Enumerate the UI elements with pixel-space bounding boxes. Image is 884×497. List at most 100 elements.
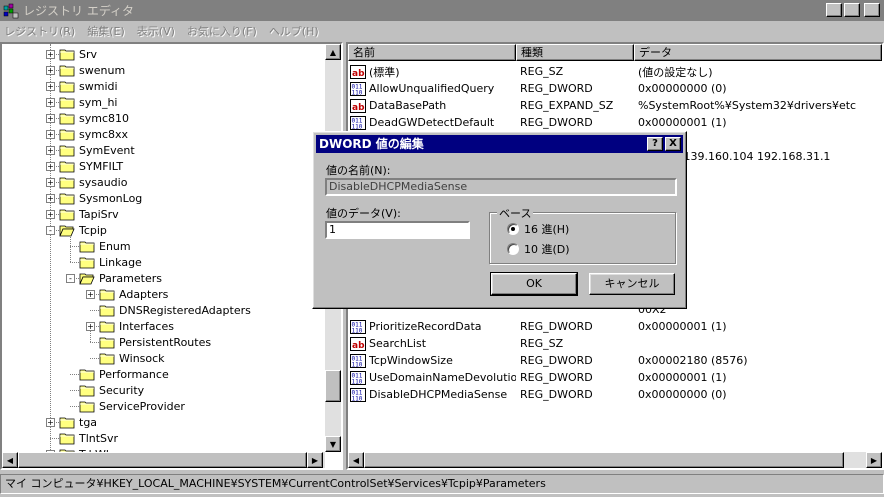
- dialog-title-bar[interactable]: DWORD 値の編集 ? X: [316, 135, 683, 153]
- list-item[interactable]: 011 110 AllowUnqualifiedQuery REG_DWORD 0x00…: [348, 80, 882, 97]
- tree-item[interactable]: Tcpip: [59, 222, 107, 238]
- tree-item[interactable]: TapiSrv: [59, 206, 119, 222]
- tree-item[interactable]: TlntSvr: [59, 430, 118, 446]
- scroll-right-arrow-icon[interactable]: ▶: [866, 452, 882, 468]
- expand-plus-icon[interactable]: +: [46, 418, 55, 427]
- list-item[interactable]: 011 110 TcpWindowSize REG_DWORD 0x00002180 (…: [348, 352, 882, 369]
- title-bar[interactable]: レジストリ エディタ _ □ X: [0, 0, 884, 21]
- close-button[interactable]: X: [864, 3, 880, 17]
- tree-item[interactable]: SymEvent: [59, 142, 135, 158]
- key-tree-pane[interactable]: Srv + swenum + swmidi + sym_hi + symc810 + symc8xx…: [0, 42, 343, 470]
- expand-plus-icon[interactable]: +: [46, 146, 55, 155]
- tree-item[interactable]: sysaudio: [59, 174, 127, 190]
- expand-plus-icon[interactable]: +: [46, 50, 55, 59]
- expand-plus-icon[interactable]: +: [46, 130, 55, 139]
- expand-plus-icon[interactable]: +: [46, 194, 55, 203]
- tree-item[interactable]: SysmonLog: [59, 190, 142, 206]
- list-item[interactable]: ab DataBasePath REG_EXPAND_SZ %SystemRoot%¥…: [348, 97, 882, 114]
- collapse-minus-icon[interactable]: -: [66, 274, 75, 283]
- column-header-type[interactable]: 種類: [516, 44, 634, 61]
- list-item[interactable]: ab SearchList REG_SZ: [348, 335, 882, 352]
- expand-plus-icon[interactable]: +: [46, 66, 55, 75]
- open-folder-icon: [79, 273, 95, 284]
- expand-plus-icon[interactable]: +: [46, 162, 55, 171]
- tree-item[interactable]: swmidi: [59, 78, 118, 94]
- list-item[interactable]: 011 110 DeadGWDetectDefault REG_DWORD 0x0000…: [348, 114, 882, 131]
- scroll-left-arrow-icon[interactable]: ◀: [2, 452, 18, 468]
- tree-item[interactable]: Enum: [79, 238, 131, 254]
- cancel-button[interactable]: キャンセル: [589, 273, 675, 295]
- collapse-minus-icon[interactable]: -: [46, 226, 55, 235]
- scroll-up-arrow-icon[interactable]: ▲: [325, 44, 341, 60]
- expand-plus-icon[interactable]: +: [46, 98, 55, 107]
- menu-edit[interactable]: 編集(E): [87, 23, 125, 39]
- radio-hex[interactable]: 16 進(H): [507, 221, 569, 237]
- radio-dec[interactable]: 10 進(D): [507, 241, 570, 257]
- menu-favorites[interactable]: お気に入り(F): [187, 23, 257, 39]
- tree-hscroll-thumb[interactable]: [18, 452, 307, 468]
- menu-bar: レジストリ(R) 編集(E) 表示(V) お気に入り(F) ヘルプ(H): [0, 21, 884, 41]
- menu-view[interactable]: 表示(V): [137, 23, 175, 39]
- tree-item[interactable]: Parameters: [79, 270, 162, 286]
- tree-item[interactable]: sym_hi: [59, 94, 117, 110]
- maximize-button[interactable]: □: [844, 3, 860, 17]
- list-hscroll-thumb[interactable]: [364, 452, 844, 468]
- folder-icon: [59, 161, 75, 172]
- tree-item[interactable]: swenum: [59, 62, 125, 78]
- menu-help[interactable]: ヘルプ(H): [269, 23, 319, 39]
- dialog-title: DWORD 値の編集: [319, 137, 424, 151]
- tree-item[interactable]: Adapters: [99, 286, 168, 302]
- value-data: 0x00000001 (1): [638, 116, 727, 129]
- value-data-input[interactable]: 1: [325, 221, 470, 239]
- scroll-left-arrow-icon[interactable]: ◀: [348, 452, 364, 468]
- tree-item[interactable]: Srv: [59, 46, 97, 62]
- tree-item-label: Security: [99, 383, 145, 397]
- dialog-close-button[interactable]: X: [665, 137, 681, 151]
- menu-registry[interactable]: レジストリ(R): [4, 23, 75, 39]
- string-value-icon: ab: [350, 98, 366, 113]
- tree-item[interactable]: tga: [59, 414, 97, 430]
- folder-icon: [79, 369, 95, 380]
- binary-value-icon: 011110: [350, 115, 366, 130]
- tree-item[interactable]: symc810: [59, 110, 129, 126]
- tree-item-label: ServiceProvider: [99, 399, 185, 413]
- scroll-down-arrow-icon[interactable]: ▼: [325, 436, 341, 452]
- tree-horizontal-scrollbar[interactable]: ◀ ▶: [2, 452, 325, 468]
- radio-button-icon[interactable]: [507, 243, 519, 255]
- expand-plus-icon[interactable]: +: [86, 290, 95, 299]
- tree-item[interactable]: Winsock: [99, 350, 165, 366]
- value-data: %SystemRoot%¥System32¥drivers¥etc: [638, 99, 857, 112]
- help-button[interactable]: ?: [647, 137, 663, 151]
- list-item[interactable]: 011 110 UseDomainNameDevolution REG_DWORD 0x…: [348, 369, 882, 386]
- list-item[interactable]: 011 110 DisableDHCPMediaSense REG_DWORD 0x00…: [348, 386, 882, 403]
- list-item[interactable]: ab (標準) REG_SZ (値の設定なし): [348, 63, 882, 80]
- expand-plus-icon[interactable]: +: [46, 210, 55, 219]
- tree-item[interactable]: Interfaces: [99, 318, 174, 334]
- tree-vscroll-thumb[interactable]: [325, 370, 341, 402]
- folder-icon: [99, 305, 115, 316]
- tree-item[interactable]: PersistentRoutes: [99, 334, 211, 350]
- column-header-data[interactable]: データ: [634, 44, 882, 61]
- value-type: REG_DWORD: [520, 371, 593, 384]
- expand-plus-icon[interactable]: +: [86, 322, 95, 331]
- expand-plus-icon[interactable]: +: [46, 178, 55, 187]
- list-horizontal-scrollbar[interactable]: ◀ ▶: [348, 452, 882, 468]
- expand-plus-icon[interactable]: +: [46, 82, 55, 91]
- tree-item[interactable]: Performance: [79, 366, 169, 382]
- minimize-button[interactable]: _: [826, 3, 842, 17]
- ok-button[interactable]: OK: [490, 272, 578, 296]
- tree-item[interactable]: Linkage: [79, 254, 142, 270]
- column-header-name[interactable]: 名前: [348, 44, 516, 61]
- tree-item[interactable]: DNSRegisteredAdapters: [99, 302, 251, 318]
- tree-item[interactable]: Security: [79, 382, 144, 398]
- svg-text:110: 110: [352, 123, 363, 130]
- tree-item[interactable]: ServiceProvider: [79, 398, 185, 414]
- tree-item[interactable]: SYMFILT: [59, 158, 123, 174]
- radio-hex-label: 16 進(H): [524, 223, 570, 236]
- tree-item[interactable]: symc8xx: [59, 126, 128, 142]
- radio-button-icon[interactable]: [507, 223, 519, 235]
- expand-plus-icon[interactable]: +: [46, 114, 55, 123]
- list-item[interactable]: 011 110 PrioritizeRecordData REG_DWORD 0x000…: [348, 318, 882, 335]
- value-data: 0x00000001 (1): [638, 320, 727, 333]
- scroll-right-arrow-icon[interactable]: ▶: [307, 452, 323, 468]
